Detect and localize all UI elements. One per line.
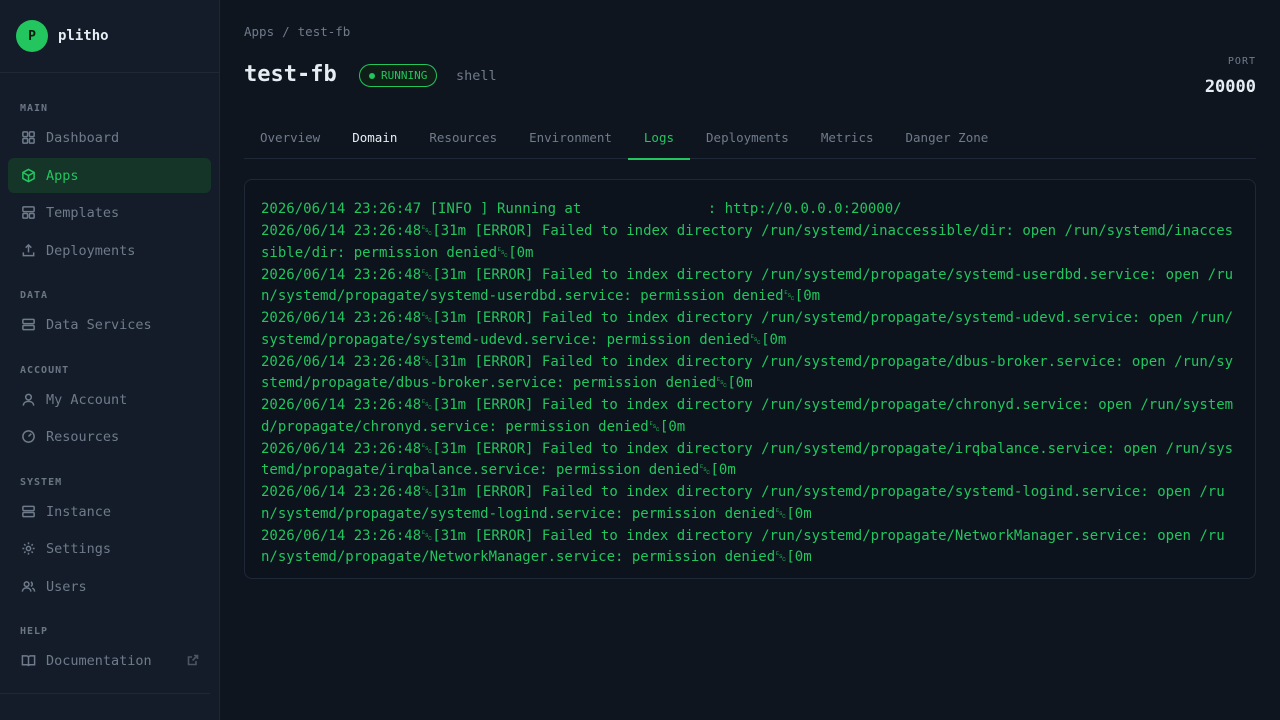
log-line: 2026/06/14 23:26:48␛[31m [ERROR] Failed … [261, 484, 1225, 522]
section-label-main: MAIN [20, 103, 49, 114]
external-link-icon [187, 654, 199, 666]
status-dot [369, 72, 375, 79]
section-label-help: HELP [20, 626, 49, 637]
book-icon [20, 653, 36, 669]
app-type: shell [456, 68, 497, 84]
sidebar: P plitho MAIN Dashboard Apps Templates D… [0, 0, 220, 720]
sidebar-item-label: Resources [46, 428, 120, 445]
section-label-system: SYSTEM [20, 477, 63, 488]
sidebar-item-deployments[interactable]: Deployments [8, 233, 211, 268]
breadcrumb-apps[interactable]: Apps [244, 24, 274, 39]
tab-deployments[interactable]: Deployments [690, 120, 805, 159]
sidebar-item-users[interactable]: Users [8, 569, 211, 604]
log-line: 2026/06/14 23:26:48␛[31m [ERROR] Failed … [261, 440, 1234, 479]
tab-logs[interactable]: Logs [627, 120, 691, 160]
sidebar-item-label: Dashboard [46, 129, 120, 146]
layout-icon [20, 205, 36, 221]
sidebar-item-label: Deployments [46, 242, 136, 259]
log-line: 2026/06/14 23:26:47 [INFO ] Running at :… [261, 201, 902, 217]
log-line: 2026/06/14 23:26:48␛[31m [ERROR] Failed … [261, 266, 1234, 305]
log-line: 2026/06/14 23:26:48␛[31m [ERROR] Failed … [261, 527, 1225, 566]
tab-metrics[interactable]: Metrics [805, 120, 890, 159]
sidebar-item-templates[interactable]: Templates [8, 195, 211, 230]
log-viewer[interactable]: 2026/06/14 23:26:47 [INFO ] Running at :… [244, 179, 1256, 579]
sidebar-item-documentation[interactable]: Documentation [8, 643, 211, 678]
sidebar-item-data-services[interactable]: Data Services [8, 307, 211, 342]
main-content: Apps / test-fb test-fb RUNNING shell PORT … [221, 0, 1280, 720]
sidebar-item-label: Settings [46, 540, 112, 557]
sidebar-item-my-account[interactable]: My Account [8, 382, 211, 417]
status-text: RUNNING [381, 69, 428, 82]
sidebar-item-label: Instance [46, 503, 112, 520]
tab-danger-zone[interactable]: Danger Zone [890, 120, 1005, 159]
sidebar-item-resources[interactable]: Resources [8, 419, 211, 454]
database-icon [20, 317, 36, 333]
log-line: 2026/06/14 23:26:48␛[31m [ERROR] Failed … [261, 310, 1234, 348]
server-icon [20, 504, 36, 520]
gear-icon [20, 541, 36, 557]
gauge-icon [20, 429, 36, 445]
port-label: PORT [1227, 56, 1256, 67]
sidebar-item-dashboard[interactable]: Dashboard [8, 120, 211, 155]
sidebar-item-settings[interactable]: Settings [8, 531, 211, 566]
sidebar-item-label: Users [46, 578, 87, 595]
sidebar-item-label: Templates [46, 204, 120, 221]
sidebar-item-label: Documentation [46, 652, 152, 669]
breadcrumb-separator: / [282, 24, 290, 39]
cube-icon [20, 168, 36, 184]
tab-bar: Overview Domain Resources Environment Lo… [244, 120, 1256, 160]
grid-icon [20, 130, 36, 146]
upload-icon [20, 243, 36, 259]
log-line: 2026/06/14 23:26:48␛[31m [ERROR] Failed … [261, 397, 1234, 435]
section-label-account: ACCOUNT [20, 365, 70, 376]
brand[interactable]: P plitho [0, 0, 219, 73]
brand-name: plitho [58, 28, 109, 44]
tab-resources[interactable]: Resources [413, 120, 513, 159]
section-label-data: DATA [20, 290, 49, 301]
sidebar-item-label: Apps [46, 167, 79, 184]
tab-overview[interactable]: Overview [244, 120, 336, 159]
brand-logo: P [16, 20, 48, 52]
status-badge: RUNNING [359, 64, 438, 87]
log-line: 2026/06/14 23:26:48␛[31m [ERROR] Failed … [261, 353, 1234, 392]
sidebar-item-apps[interactable]: Apps [8, 158, 211, 193]
user-icon [20, 392, 36, 408]
sidebar-item-label: Data Services [46, 316, 152, 333]
breadcrumb-current: test-fb [297, 24, 351, 39]
tab-environment[interactable]: Environment [513, 120, 628, 159]
users-icon [20, 579, 36, 595]
sidebar-item-instance[interactable]: Instance [8, 494, 211, 529]
breadcrumb: Apps / test-fb [244, 24, 350, 39]
log-line: 2026/06/14 23:26:48␛[31m [ERROR] Failed … [261, 223, 1234, 261]
tab-domain[interactable]: Domain [336, 120, 413, 159]
page-title: test-fb [244, 62, 337, 87]
port-value: 20000 [1204, 77, 1256, 97]
sidebar-item-label: My Account [46, 391, 128, 408]
sidebar-divider [0, 693, 210, 694]
